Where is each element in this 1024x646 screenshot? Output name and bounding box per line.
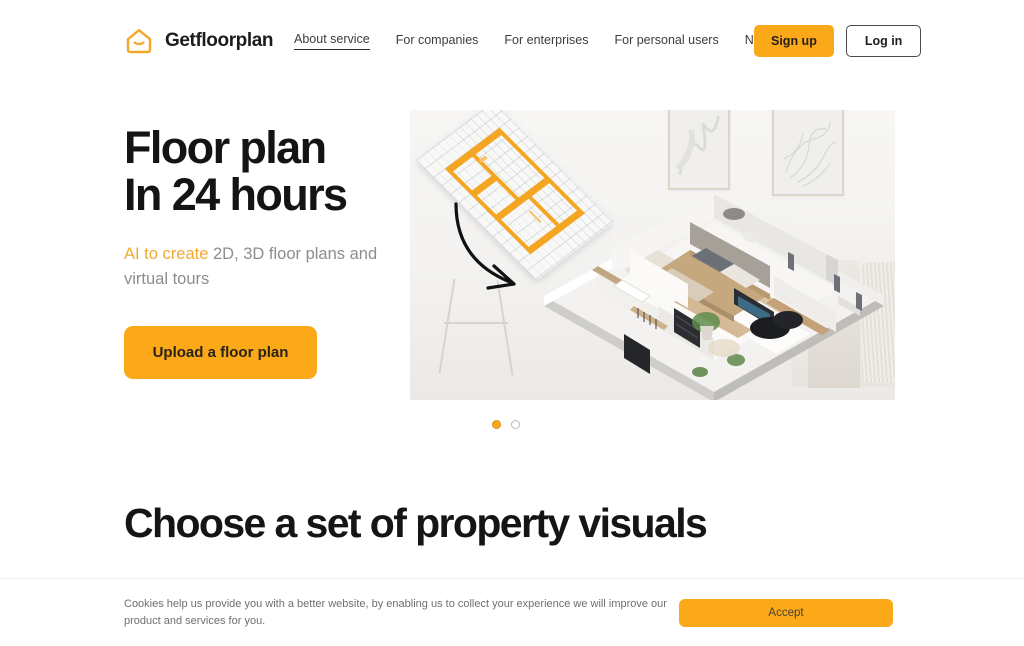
main-navigation: About service For companies For enterpri… — [294, 32, 776, 50]
wall-art-frame-left — [668, 110, 730, 190]
nav-link-for-companies[interactable]: For companies — [396, 33, 479, 50]
site-header: Getfloorplan About service For companies… — [0, 0, 1024, 82]
hero-image[interactable] — [410, 110, 895, 400]
chair-rail — [444, 322, 508, 324]
nav-link-about-service[interactable]: About service — [294, 32, 370, 50]
upload-floor-plan-button[interactable]: Upload a floor plan — [124, 326, 317, 379]
carousel-dot-2[interactable] — [511, 420, 520, 429]
hero-carousel-dots — [492, 420, 520, 429]
sign-up-button[interactable]: Sign up — [754, 25, 834, 57]
hero-subtitle-accent: AI to create — [124, 245, 209, 263]
cookie-message: Cookies help us provide you with a bette… — [124, 597, 667, 627]
wall-art-frame-right — [772, 110, 844, 196]
carousel-dot-1[interactable] — [492, 420, 501, 429]
hero-subtitle: AI to create 2D, 3D floor plans and virt… — [124, 242, 424, 292]
brand-logo[interactable]: Getfloorplan — [124, 26, 274, 56]
header-actions: Sign up Log in — [754, 25, 922, 57]
hero-title: Floor plan In 24 hours — [124, 122, 348, 220]
cookie-accept-button[interactable]: Accept — [679, 598, 893, 627]
nav-link-for-enterprises[interactable]: For enterprises — [504, 33, 588, 50]
nav-link-for-personal-users[interactable]: For personal users — [614, 33, 718, 50]
home-icon — [124, 26, 154, 56]
cookie-banner: Cookies help us provide you with a bette… — [0, 578, 1024, 646]
section-heading: Choose a set of property visuals — [124, 500, 708, 546]
3d-apartment-render — [538, 188, 890, 400]
brand-name: Getfloorplan — [165, 30, 274, 51]
log-in-button[interactable]: Log in — [845, 25, 922, 57]
hero-text-block: Floor plan In 24 hours AI to create 2D, … — [124, 124, 424, 379]
